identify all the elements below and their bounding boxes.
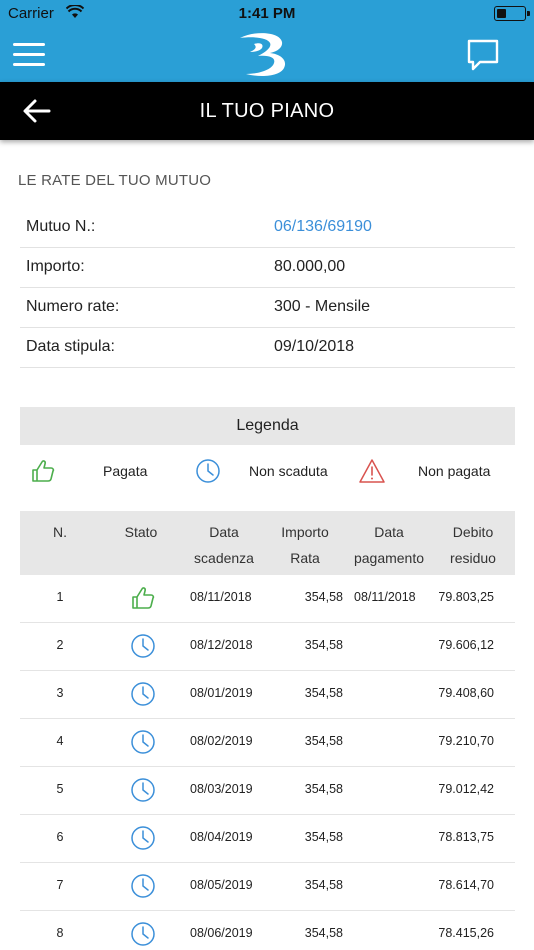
info-row-importo: Importo: 80.000,00: [20, 248, 515, 288]
chat-bubble-icon[interactable]: [466, 38, 500, 72]
cell-importo-rata: 354,58: [304, 926, 343, 940]
cell-data-scadenza: 08/06/2019: [190, 926, 253, 940]
info-label: Numero rate:: [26, 298, 120, 315]
status-bar: Carrier 1:41 PM: [0, 0, 534, 30]
info-label: Importo:: [26, 258, 85, 275]
thumbs-up-icon: [30, 458, 56, 484]
column-header-debito-residuo: Debito residuo: [450, 524, 496, 566]
table-row[interactable]: 1 08/11/2018 354,58 08/11/2018 79.803,25: [20, 575, 515, 623]
cell-debito-residuo: 79.606,12: [438, 638, 494, 652]
brand-logo: [236, 30, 296, 78]
battery-level-fill: [497, 9, 506, 18]
cell-n: 5: [56, 782, 64, 796]
installments-table-body: 1 08/11/2018 354,58 08/11/2018 79.803,25…: [20, 575, 515, 950]
table-row[interactable]: 6 08/04/2019 354,58 78.813,75: [20, 815, 515, 863]
cell-debito-residuo: 79.803,25: [438, 590, 494, 604]
table-row[interactable]: 3 08/01/2019 354,58 79.408,60: [20, 671, 515, 719]
legend-label-pagata: Pagata: [103, 463, 148, 479]
section-title: LE RATE DEL TUO MUTUO: [18, 172, 212, 189]
table-row[interactable]: 2 08/12/2018 354,58 79.606,12: [20, 623, 515, 671]
info-row-numero-rate: Numero rate: 300 - Mensile: [20, 288, 515, 328]
cell-importo-rata: 354,58: [304, 590, 343, 604]
clock-icon: [130, 921, 156, 947]
clock-icon: [130, 633, 156, 659]
cell-data-scadenza: 08/11/2018: [190, 590, 252, 604]
page-title: IL TUO PIANO: [199, 100, 335, 122]
column-header-data-scadenza: Data scadenza: [194, 524, 254, 566]
cell-data-scadenza: 08/12/2018: [190, 638, 253, 652]
clock-icon: [130, 729, 156, 755]
cell-importo-rata: 354,58: [304, 638, 343, 652]
info-value: 80.000,00: [274, 258, 346, 275]
table-row[interactable]: 5 08/03/2019 354,58 79.012,42: [20, 767, 515, 815]
info-value: 09/10/2018: [274, 338, 355, 355]
cell-debito-residuo: 78.813,75: [438, 830, 494, 844]
cell-n: 8: [56, 926, 64, 940]
cell-debito-residuo: 79.408,60: [438, 686, 494, 700]
cell-data-scadenza: 08/04/2019: [190, 830, 253, 844]
legend-label-non-pagata: Non pagata: [418, 463, 491, 479]
cell-n: 6: [56, 830, 64, 844]
info-value: 300 - Mensile: [274, 298, 371, 315]
cell-importo-rata: 354,58: [304, 878, 343, 892]
legend-label-non-scaduta: Non scaduta: [249, 463, 328, 479]
loan-number-link[interactable]: 06/136/69190: [274, 218, 372, 236]
table-row[interactable]: 4 08/02/2019 354,58 79.210,70: [20, 719, 515, 767]
cell-importo-rata: 354,58: [304, 830, 343, 844]
clock-time: 1:41 PM: [238, 5, 296, 22]
cell-n: 3: [56, 686, 64, 700]
info-label: Mutuo N.:: [26, 218, 96, 235]
clock-icon: [130, 681, 156, 707]
legend: Pagata Non scaduta Non pagata: [0, 448, 534, 494]
clock-icon: [130, 873, 156, 899]
column-header-data-pagamento: Data pagamento: [353, 524, 425, 566]
info-label: Data stipula:: [26, 338, 115, 355]
cell-n: 1: [56, 590, 64, 604]
legend-title: Legenda: [20, 407, 515, 445]
loan-info-table: Mutuo N.: 06/136/69190 Importo: 80.000,0…: [20, 208, 515, 368]
clock-icon: [130, 777, 156, 803]
cell-n: 2: [56, 638, 64, 652]
table-row[interactable]: 8 08/06/2019 354,58 78.415,26: [20, 911, 515, 950]
cell-data-scadenza: 08/01/2019: [190, 686, 253, 700]
cell-data-pagamento: 08/11/2018: [354, 590, 416, 604]
cell-n: 7: [56, 878, 64, 892]
cell-data-scadenza: 08/03/2019: [190, 782, 253, 796]
cell-debito-residuo: 78.614,70: [438, 878, 494, 892]
table-row[interactable]: 7 08/05/2019 354,58 78.614,70: [20, 863, 515, 911]
thumbs-up-icon: [130, 585, 156, 611]
cell-n: 4: [56, 734, 64, 748]
column-header-n: N.: [53, 524, 67, 540]
column-header-stato: Stato: [124, 524, 158, 540]
warning-triangle-icon: [359, 458, 385, 484]
cell-debito-residuo: 79.210,70: [438, 734, 494, 748]
cell-debito-residuo: 79.012,42: [438, 782, 494, 796]
info-row-mutuo: Mutuo N.: 06/136/69190: [20, 208, 515, 248]
cell-importo-rata: 354,58: [304, 782, 343, 796]
installments-table-header: N. Stato Data scadenza Importo Rata Data…: [20, 511, 515, 575]
hamburger-menu-icon[interactable]: [13, 43, 45, 66]
column-header-importo-rata: Importo Rata: [281, 524, 329, 566]
battery-icon: [494, 6, 530, 21]
page-titlebar: IL TUO PIANO: [0, 82, 534, 140]
cell-data-scadenza: 08/02/2019: [190, 734, 253, 748]
app-header: Carrier 1:41 PM: [0, 0, 534, 82]
cell-importo-rata: 354,58: [304, 734, 343, 748]
clock-icon: [195, 458, 221, 484]
cell-data-scadenza: 08/05/2019: [190, 878, 253, 892]
cell-debito-residuo: 78.415,26: [438, 926, 494, 940]
clock-icon: [130, 825, 156, 851]
cell-importo-rata: 354,58: [304, 686, 343, 700]
info-row-data-stipula: Data stipula: 09/10/2018: [20, 328, 515, 368]
